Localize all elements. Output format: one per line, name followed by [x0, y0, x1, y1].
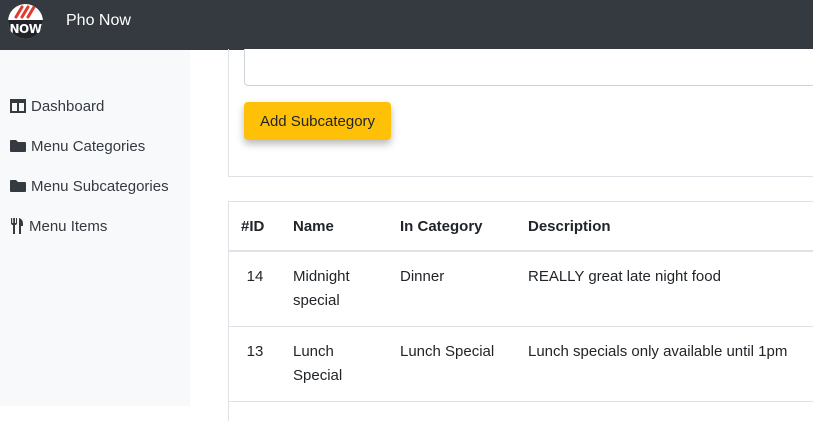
top-navbar: NOW Pho Now [0, 0, 813, 50]
sidebar-item-menu-subcategories[interactable]: Menu Subcategories [10, 174, 169, 198]
cell-category: Dinner [388, 251, 516, 327]
pho-now-logo[interactable]: NOW [8, 4, 43, 39]
cell-name: Midnight special [281, 251, 388, 327]
column-header-name[interactable]: Name [281, 202, 388, 252]
add-subcategory-button[interactable]: Add Subcategory [244, 102, 391, 140]
sidebar-item-label: Menu Categories [31, 137, 146, 155]
main-content: Add Subcategory #ID Name In Category Des… [190, 49, 813, 421]
table-row[interactable]: 14 Midnight special Dinner REALLY great … [229, 251, 813, 327]
sidebar-item-dashboard[interactable]: Dashboard [10, 94, 104, 118]
cell-id: 14 [229, 251, 281, 327]
cell-description: Lunch specials only available until 1pm [516, 326, 813, 402]
brand-name[interactable]: Pho Now [66, 11, 131, 31]
table-row[interactable]: 13 Lunch Special Lunch Special Lunch spe… [229, 326, 813, 402]
cell-id: 13 [229, 326, 281, 402]
sidebar-item-label: Menu Subcategories [31, 177, 169, 195]
table-header-row: #ID Name In Category Description [229, 202, 813, 252]
cell-description: REALLY great late night food [516, 251, 813, 327]
column-header-id[interactable]: #ID [229, 202, 281, 252]
column-header-description[interactable]: Description [516, 202, 813, 252]
cell-name: Lunch Special [281, 326, 388, 402]
sidebar-item-label: Menu Items [29, 217, 108, 235]
description-textarea[interactable] [244, 49, 813, 86]
folder-icon [10, 180, 26, 192]
column-header-category[interactable]: In Category [388, 202, 516, 252]
sidebar-item-menu-items[interactable]: Menu Items [10, 214, 107, 238]
cell-category: Lunch Special [388, 326, 516, 402]
sidebar: Dashboard Menu Categories Menu Subcatego… [0, 50, 190, 406]
folder-icon [10, 140, 26, 152]
logo-stripes-icon [14, 5, 36, 19]
logo-text: NOW [8, 20, 43, 39]
sidebar-item-label: Dashboard [31, 97, 105, 115]
sidebar-item-menu-categories[interactable]: Menu Categories [10, 134, 145, 158]
utensils-icon [11, 218, 23, 234]
subcategory-table: #ID Name In Category Description 14 Midn… [229, 202, 813, 402]
table-columns-icon [10, 99, 26, 113]
subcategory-table-card: #ID Name In Category Description 14 Midn… [228, 201, 813, 421]
